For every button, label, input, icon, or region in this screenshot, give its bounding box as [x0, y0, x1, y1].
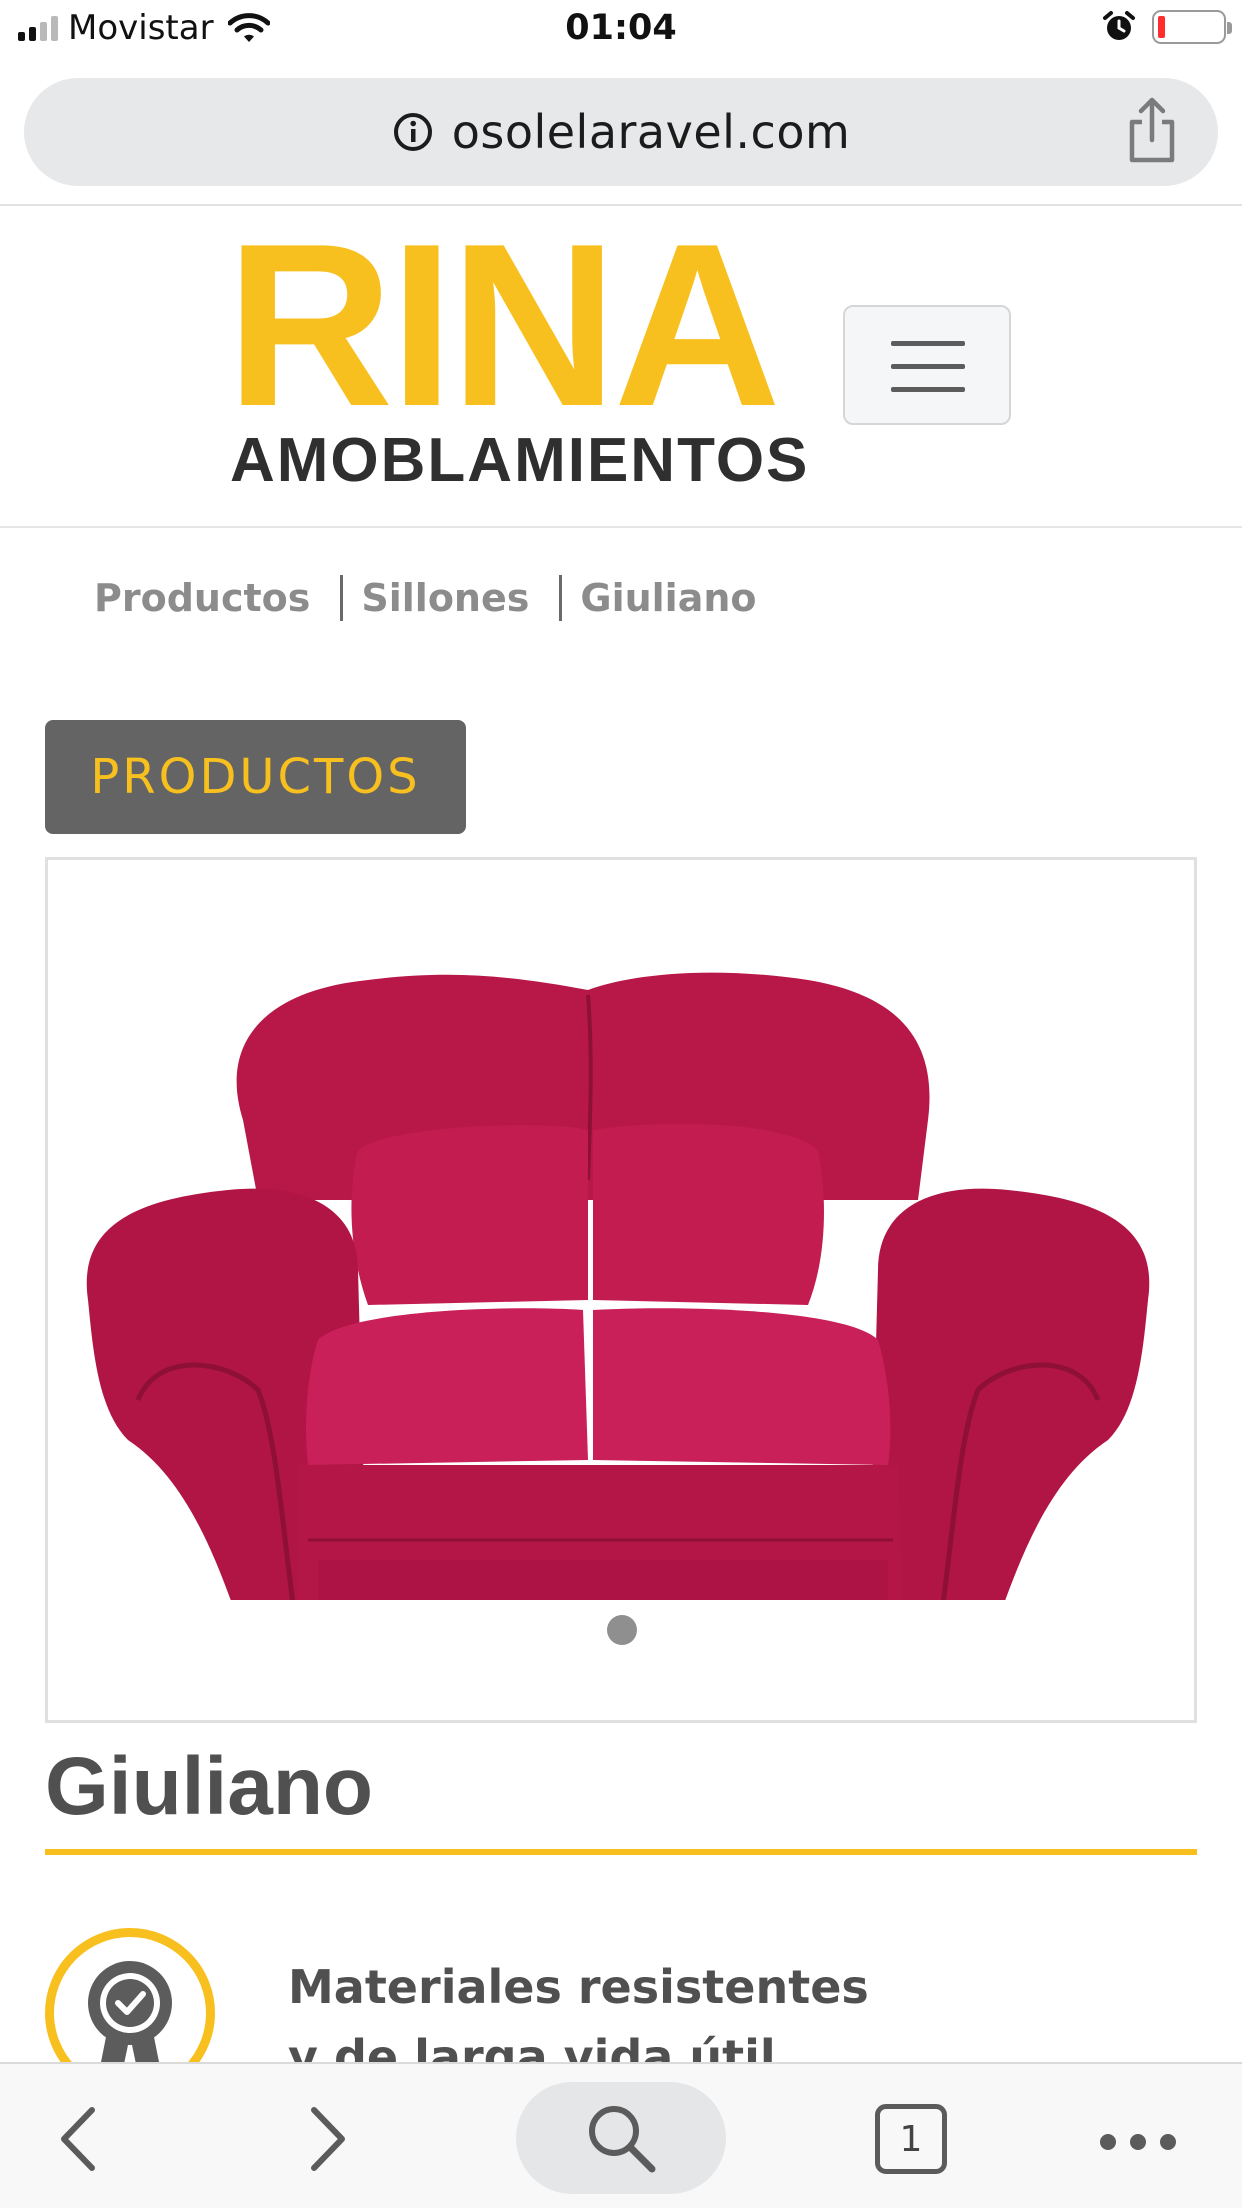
- breadcrumb-separator: [340, 575, 344, 621]
- search-button[interactable]: [516, 2082, 726, 2194]
- url-text[interactable]: osolelaravel.com: [452, 105, 851, 159]
- chevron-left-icon[interactable]: [56, 2104, 100, 2174]
- alarm-icon: [1103, 11, 1135, 40]
- breadcrumb-separator: [559, 575, 563, 621]
- url-wrap: osolelaravel.com: [24, 78, 1218, 186]
- hamburger-menu-button[interactable]: [843, 305, 1011, 425]
- status-right: [1102, 10, 1232, 44]
- status-bar: Movistar 01:04: [0, 0, 1242, 62]
- feature-line-1: Materiales resistentes: [288, 1960, 869, 2014]
- search-icon: [589, 2106, 656, 2173]
- address-bar[interactable]: osolelaravel.com: [24, 78, 1218, 186]
- info-circle-icon[interactable]: [392, 111, 434, 153]
- product-title: Giuliano: [45, 1741, 373, 1832]
- logo-main-text: RINA: [226, 196, 781, 455]
- header-divider: [0, 526, 1242, 528]
- battery-level: [1158, 16, 1165, 38]
- chevron-right-icon[interactable]: [306, 2104, 350, 2174]
- title-underline: [45, 1849, 1197, 1855]
- more-dots-icon[interactable]: [1100, 2134, 1176, 2150]
- breadcrumb: Productos Sillones Giuliano: [94, 575, 757, 621]
- hamburger-menu-icon: [891, 341, 965, 346]
- breadcrumb-item-productos[interactable]: Productos: [94, 576, 310, 620]
- tabs-button[interactable]: 1: [875, 2104, 947, 2174]
- sofa-image: [86, 972, 1150, 1600]
- share-icon[interactable]: [1120, 96, 1184, 166]
- battery-icon: [1152, 10, 1232, 44]
- logo-sub-text: AMOBLAMIENTOS: [230, 426, 810, 495]
- browser-toolbar: 1: [0, 2062, 1242, 2208]
- carousel-indicator-dot[interactable]: [607, 1615, 637, 1645]
- breadcrumb-item-giuliano[interactable]: Giuliano: [580, 576, 756, 620]
- productos-button[interactable]: PRODUCTOS: [45, 720, 466, 834]
- status-time: 01:04: [565, 8, 677, 48]
- breadcrumb-item-sillones[interactable]: Sillones: [361, 576, 529, 620]
- logo[interactable]: RINA AMOBLAMIENTOS: [226, 210, 810, 495]
- product-carousel[interactable]: [45, 857, 1197, 1723]
